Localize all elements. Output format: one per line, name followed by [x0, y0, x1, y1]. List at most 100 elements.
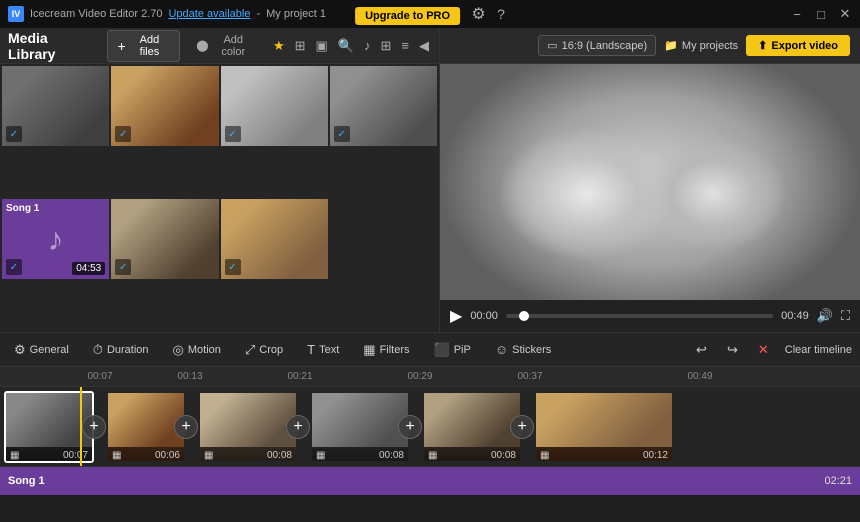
ruler-mark: 00:49: [687, 371, 712, 382]
play-button[interactable]: ▶: [450, 306, 462, 326]
tool-crop[interactable]: ⤢ Crop: [239, 339, 289, 361]
undo-button[interactable]: ↩: [692, 340, 711, 360]
collapse-icon[interactable]: ◀: [417, 36, 431, 56]
progress-handle[interactable]: [519, 311, 529, 321]
clock-icon: ⏱: [93, 342, 103, 358]
project-name: My project 1: [266, 8, 326, 20]
tool-pip[interactable]: ⬛ PiP: [428, 339, 477, 361]
remove-icon[interactable]: ✕: [754, 340, 773, 360]
clip-type-icon: ▦: [204, 450, 213, 461]
ruler-mark: 00:07: [87, 371, 112, 382]
list-item[interactable]: ✓: [221, 199, 328, 279]
star-icon[interactable]: ★: [271, 36, 287, 56]
clip-duration: 00:08: [491, 450, 516, 461]
fullscreen-icon[interactable]: ⛶: [841, 308, 850, 324]
table-row[interactable]: ▦ 00:08: [198, 391, 298, 463]
clip-duration: 00:08: [379, 450, 404, 461]
close-button[interactable]: ✕: [838, 7, 852, 21]
total-duration: 00:49: [781, 310, 809, 322]
clip-type-icon: ▦: [316, 450, 325, 461]
tool-duration[interactable]: ⏱ Duration: [87, 339, 155, 361]
clip-info: ▦ 00:08: [312, 447, 408, 463]
clip-thumbnail: ▦ 00:08: [200, 393, 296, 461]
clip-thumbnail: ▦ 00:06: [108, 393, 184, 461]
check-icon: ✓: [115, 126, 131, 142]
image-icon[interactable]: ▣: [314, 36, 330, 56]
song-label: Song 1: [6, 203, 39, 214]
redo-button[interactable]: ↪: [723, 340, 742, 360]
table-row[interactable]: ▦ 00:12: [534, 391, 674, 463]
clip-wrapper: ▦ 00:06 +: [106, 391, 186, 463]
check-icon: ✓: [225, 259, 241, 275]
palette-icon: ⬤: [196, 39, 208, 52]
audio-track: Song 1 02:21: [0, 467, 860, 495]
clip-info: ▦ 00:06: [108, 447, 184, 463]
music-icon[interactable]: ♪: [362, 36, 373, 55]
list-item[interactable]: ✓: [2, 66, 109, 146]
my-projects-button[interactable]: 📁 My projects: [664, 39, 738, 52]
window-controls: − □ ✕: [790, 7, 852, 21]
aspect-ratio-button[interactable]: ▭ 16:9 (Landscape): [538, 35, 656, 56]
tool-filters[interactable]: ▦ Filters: [357, 339, 415, 361]
progress-bar[interactable]: [506, 314, 773, 318]
clip-info: ▦ 00:12: [536, 447, 672, 463]
maximize-button[interactable]: □: [814, 7, 828, 21]
add-clip-button[interactable]: +: [174, 415, 198, 439]
clip-thumbnail: ▦ 00:08: [312, 393, 408, 461]
check-icon: ✓: [225, 126, 241, 142]
list-item[interactable]: ✓: [111, 199, 218, 279]
app-name: Icecream Video Editor 2.70: [30, 8, 162, 20]
upgrade-button[interactable]: Upgrade to PRO: [355, 7, 460, 25]
list-item[interactable]: Song 1 ♪ ✓ 04:53: [2, 199, 109, 279]
clip-wrapper: ▦ 00:08 +: [422, 391, 522, 463]
tool-stickers[interactable]: ☺ Stickers: [489, 339, 557, 360]
media-library: Media Library Add files ⬤ Add color ★ ⊞ …: [0, 28, 440, 332]
timeline-ruler: 00:07 00:13 00:21 00:29 00:37 00:49: [0, 367, 860, 387]
thumbnail-grid: ✓ ✓ ✓ ✓ Song 1 ♪ ✓ 04:53: [0, 64, 439, 332]
timeline-tracks: ▦ 00:07 + ▦ 00:06: [0, 387, 860, 522]
clip-duration: 00:12: [643, 450, 668, 461]
media-library-title: Media Library: [8, 30, 95, 62]
export-video-button[interactable]: ⬆ Export video: [746, 35, 850, 56]
clear-timeline-button[interactable]: Clear timeline: [785, 344, 852, 356]
add-color-button[interactable]: ⬤ Add color: [188, 31, 263, 61]
motion-icon: ◎: [173, 342, 184, 358]
tool-text[interactable]: T Text: [301, 339, 345, 360]
sticker-icon: ☺: [495, 342, 508, 357]
tool-general[interactable]: ⚙ General: [8, 339, 75, 361]
add-clip-button[interactable]: +: [398, 415, 422, 439]
media-header: Media Library Add files ⬤ Add color ★ ⊞ …: [0, 28, 439, 64]
clip-wrapper: ▦ 00:08 +: [310, 391, 410, 463]
list-icon[interactable]: ≡: [399, 36, 411, 55]
help-icon[interactable]: ?: [497, 6, 505, 22]
app-icon: IV: [8, 6, 24, 22]
preview-video: [440, 64, 860, 300]
grid-large-icon[interactable]: ⊞: [293, 36, 308, 56]
list-item[interactable]: ✓: [221, 66, 328, 146]
music-note-icon: ♪: [48, 221, 64, 258]
add-clip-button[interactable]: +: [82, 415, 106, 439]
add-clip-button[interactable]: +: [510, 415, 534, 439]
add-clip-button[interactable]: +: [286, 415, 310, 439]
audio-track-label: Song 1: [8, 475, 45, 487]
minimize-button[interactable]: −: [790, 7, 804, 21]
clip-type-icon: ▦: [10, 450, 19, 461]
search-icon[interactable]: 🔍: [336, 36, 356, 56]
list-item[interactable]: ✓: [330, 66, 437, 146]
list-item[interactable]: ✓: [111, 66, 218, 146]
preview-toolbar: ▭ 16:9 (Landscape) 📁 My projects ⬆ Expor…: [440, 28, 860, 64]
update-link[interactable]: Update available: [168, 8, 250, 20]
audio-track-duration: 02:21: [824, 475, 852, 487]
playhead: [80, 387, 82, 466]
table-row[interactable]: ▦ 00:08: [422, 391, 522, 463]
ruler-mark: 00:37: [517, 371, 542, 382]
volume-icon[interactable]: 🔊: [817, 308, 833, 324]
preview-panel: ▭ 16:9 (Landscape) 📁 My projects ⬆ Expor…: [440, 28, 860, 332]
table-row[interactable]: ▦ 00:08: [310, 391, 410, 463]
clip-thumbnail: ▦ 00:12: [536, 393, 672, 461]
check-icon: ✓: [115, 259, 131, 275]
settings-icon[interactable]: ⚙: [471, 6, 485, 23]
tool-motion[interactable]: ◎ Motion: [167, 339, 227, 361]
grid-icon[interactable]: ⊞: [379, 36, 394, 56]
add-files-button[interactable]: Add files: [107, 30, 181, 62]
